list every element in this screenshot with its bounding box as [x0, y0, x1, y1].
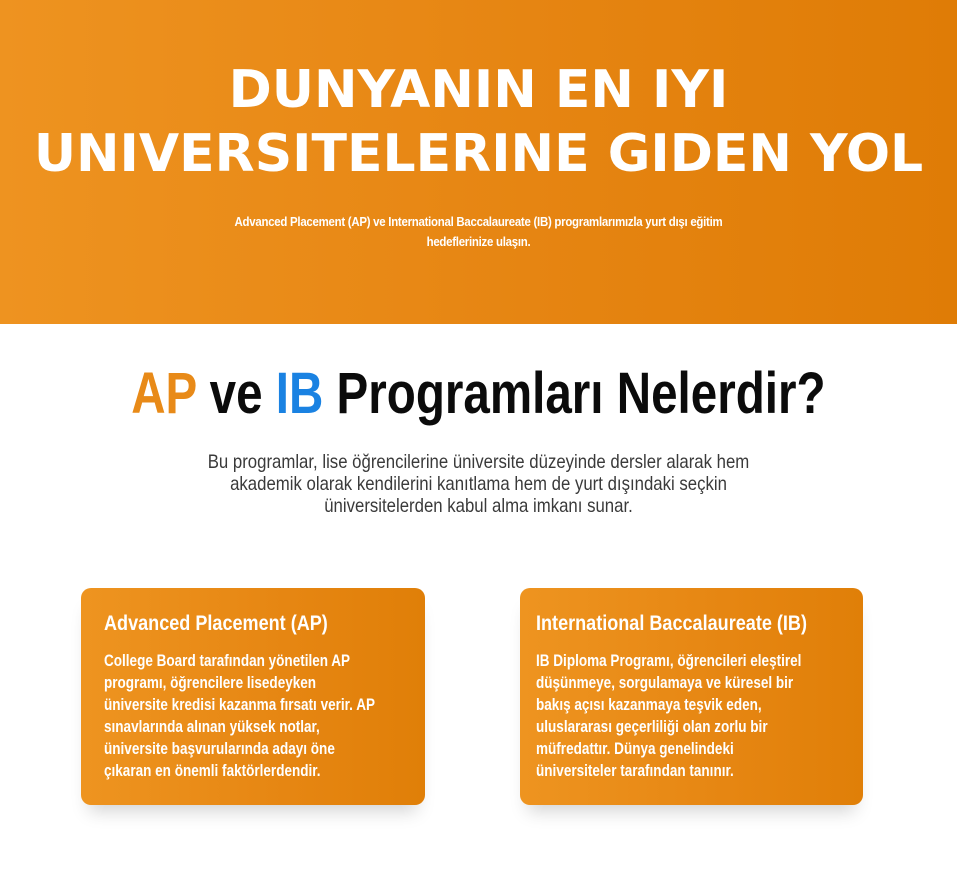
ib-program-card: International Baccalaureate (IB) IB Dipl… — [520, 588, 863, 805]
hero-subtitle: Advanced Placement (AP) ve International… — [234, 214, 723, 249]
section-title: AP ve IB Programları Nelerdir? — [0, 356, 957, 432]
ib-card-title: International Baccalaureate (IB) — [536, 612, 807, 635]
ap-card-text: College Board tarafından yönetilen AP pr… — [104, 652, 375, 780]
hero-title-line-1: DUNYANIN EN IYI — [228, 60, 729, 120]
hero-banner: DUNYANIN EN IYI UNIVERSITELERINE GIDEN Y… — [0, 0, 957, 324]
ap-card-title: Advanced Placement (AP) — [104, 612, 328, 635]
section-title-ap: AP — [131, 361, 197, 426]
ib-card-text: IB Diploma Programı, öğrencileri eleştir… — [536, 652, 802, 780]
section-title-rest: Programları Nelerdir? — [336, 361, 826, 426]
hero-title-line-2: UNIVERSITELERINE GIDEN YOL — [33, 124, 924, 184]
section-title-ib: IB — [275, 361, 324, 426]
section-title-ve: ve — [209, 361, 263, 426]
hero-title: DUNYANIN EN IYI UNIVERSITELERINE GIDEN Y… — [0, 58, 957, 186]
ap-program-card: Advanced Placement (AP) College Board ta… — [81, 588, 425, 805]
section-description-text: Bu programlar, lise öğrencilerine üniver… — [207, 451, 750, 517]
section-description: Bu programlar, lise öğrencilerine üniver… — [160, 451, 797, 517]
